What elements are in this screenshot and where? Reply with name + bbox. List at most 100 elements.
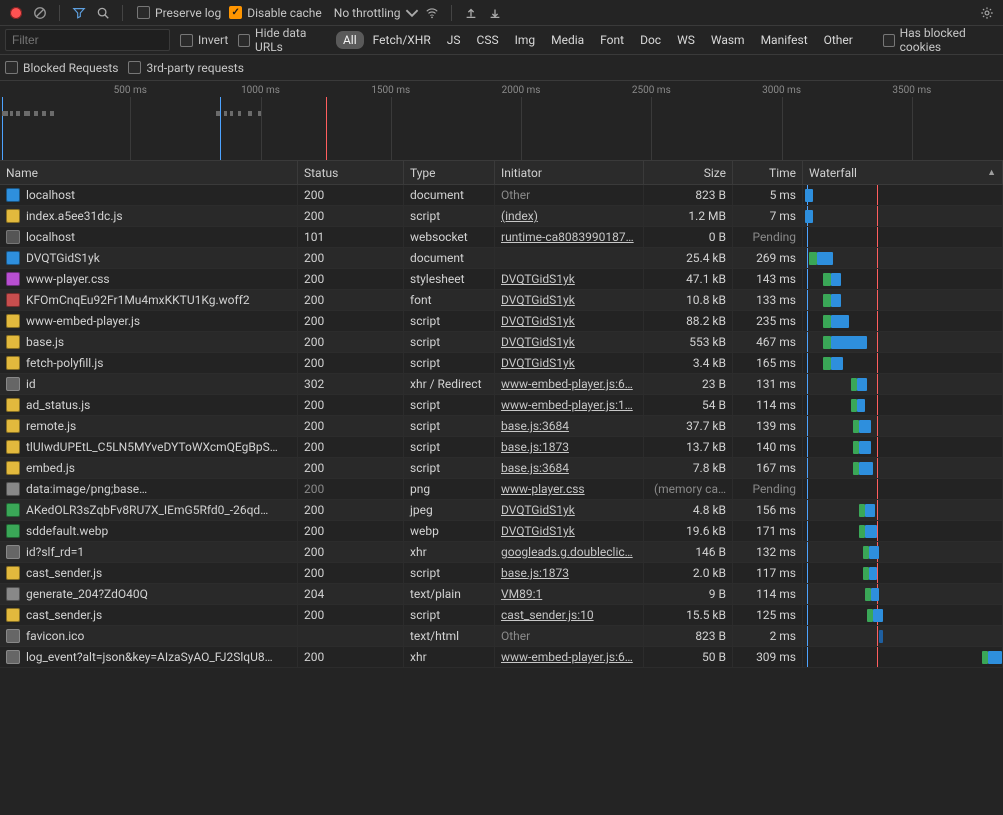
table-row[interactable]: data:image/png;base…200png www-player.css… [0, 479, 1003, 500]
cell-name: DVQTGidS1yk [0, 248, 298, 268]
table-row[interactable]: cast_sender.js200scriptbase.js:18732.0 k… [0, 563, 1003, 584]
header-waterfall[interactable]: Waterfall [803, 161, 1003, 184]
table-row[interactable]: www-player.css200stylesheetDVQTGidS1yk47… [0, 269, 1003, 290]
request-name: log_event?alt=json&key=AIzaSyAO_FJ2SlqU8… [26, 650, 273, 664]
initiator-link[interactable]: DVQTGidS1yk [501, 293, 575, 307]
blocked-requests-checkbox[interactable]: Blocked Requests [5, 61, 118, 75]
table-row[interactable]: localhost200documentOther823 B5 ms [0, 185, 1003, 206]
table-row[interactable]: www-embed-player.js200scriptDVQTGidS1yk8… [0, 311, 1003, 332]
import-har-icon[interactable] [460, 2, 482, 24]
filter-pill-font[interactable]: Font [593, 31, 631, 49]
initiator-link[interactable]: www-embed-player.js:1… [501, 398, 633, 412]
initiator-link[interactable]: base.js:1873 [501, 440, 569, 454]
wf-domcontent-line [807, 521, 808, 541]
initiator-link[interactable]: googleads.g.doubleclic… [501, 545, 633, 559]
initiator-link[interactable]: DVQTGidS1yk [501, 272, 575, 286]
initiator-link[interactable]: www-embed-player.js:6… [501, 377, 633, 391]
table-row[interactable]: fetch-polyfill.js200scriptDVQTGidS1yk3.4… [0, 353, 1003, 374]
initiator-link[interactable]: VM89:1 [501, 587, 542, 601]
cell-name: data:image/png;base… [0, 479, 298, 499]
table-row[interactable]: base.js200scriptDVQTGidS1yk553 kB467 ms [0, 332, 1003, 353]
preserve-log-checkbox[interactable]: Preserve log [137, 6, 221, 20]
js-icon [6, 566, 20, 580]
cell-size: 19.6 kB [644, 521, 733, 541]
cell-status: 200 [298, 479, 404, 499]
invert-checkbox[interactable]: Invert [180, 33, 228, 47]
table-row[interactable]: ad_status.js200scriptwww-embed-player.js… [0, 395, 1003, 416]
table-row[interactable]: log_event?alt=json&key=AIzaSyAO_FJ2SlqU8… [0, 647, 1003, 668]
filter-pill-media[interactable]: Media [544, 31, 591, 49]
table-row[interactable]: localhost101websocketruntime-ca808399018… [0, 227, 1003, 248]
header-time[interactable]: Time [733, 161, 803, 184]
has-blocked-cookies-checkbox[interactable]: Has blocked cookies [883, 26, 998, 54]
wf-bar [805, 210, 813, 223]
initiator-link[interactable]: base.js:3684 [501, 419, 569, 433]
table-row[interactable]: AKedOLR3sZqbFv8RU7X_IEmG5Rfd0_-26qd…200j… [0, 500, 1003, 521]
table-row[interactable]: KFOmCnqEu92Fr1Mu4mxKKTU1Kg.woff2200fontD… [0, 290, 1003, 311]
export-har-icon[interactable] [484, 2, 506, 24]
network-conditions-icon[interactable] [421, 2, 443, 24]
header-initiator[interactable]: Initiator [495, 161, 644, 184]
cell-time: 165 ms [733, 353, 803, 373]
table-row[interactable]: tlUIwdUPEtL_C5LN5MYveDYToWXcmQEgBpS…200s… [0, 437, 1003, 458]
initiator-link[interactable]: DVQTGidS1yk [501, 524, 575, 538]
table-row[interactable]: remote.js200scriptbase.js:368437.7 kB139… [0, 416, 1003, 437]
initiator-link[interactable]: cast_sender.js:10 [501, 608, 594, 622]
initiator-link[interactable]: base.js:3684 [501, 461, 569, 475]
throttling-select[interactable]: No throttling [334, 6, 419, 20]
timeline-overview[interactable]: 500 ms1000 ms1500 ms2000 ms2500 ms3000 m… [0, 81, 1003, 161]
table-row[interactable]: id302xhr / Redirectwww-embed-player.js:6… [0, 374, 1003, 395]
filter-pill-css[interactable]: CSS [470, 31, 506, 49]
cell-size: 13.7 kB [644, 437, 733, 457]
filter-pill-manifest[interactable]: Manifest [754, 31, 815, 49]
filter-icon[interactable] [68, 2, 90, 24]
initiator-link[interactable]: base.js:1873 [501, 566, 569, 580]
table-row[interactable]: favicon.icotext/htmlOther823 B2 ms [0, 626, 1003, 647]
wf-load-line [877, 479, 878, 499]
header-type[interactable]: Type [404, 161, 495, 184]
cell-type: png [404, 479, 495, 499]
cell-size: 146 B [644, 542, 733, 562]
table-row[interactable]: index.a5ee31dc.js200script(index)1.2 MB7… [0, 206, 1003, 227]
filter-pill-js[interactable]: JS [440, 31, 468, 49]
filter-pill-doc[interactable]: Doc [633, 31, 668, 49]
initiator-link[interactable]: DVQTGidS1yk [501, 356, 575, 370]
filter-pill-other[interactable]: Other [817, 31, 860, 49]
initiator-link[interactable]: DVQTGidS1yk [501, 335, 575, 349]
initiator-link[interactable]: (index) [501, 209, 538, 223]
initiator-link[interactable]: DVQTGidS1yk [501, 314, 575, 328]
cell-size: 823 B [644, 185, 733, 205]
wf-load-line [877, 458, 878, 478]
filter-input[interactable] [5, 29, 170, 51]
third-party-checkbox[interactable]: 3rd-party requests [128, 61, 243, 75]
wf-domcontent-line [807, 437, 808, 457]
filter-pill-all[interactable]: All [336, 31, 364, 49]
initiator-link[interactable]: DVQTGidS1yk [501, 503, 575, 517]
wf-bar [867, 609, 873, 622]
table-row[interactable]: embed.js200scriptbase.js:36847.8 kB167 m… [0, 458, 1003, 479]
filter-pill-fetchxhr[interactable]: Fetch/XHR [366, 31, 438, 49]
record-button[interactable] [5, 2, 27, 24]
filter-pill-ws[interactable]: WS [670, 31, 702, 49]
request-table-body[interactable]: localhost200documentOther823 B5 msindex.… [0, 185, 1003, 815]
initiator-link[interactable]: www-embed-player.js:6… [501, 650, 633, 664]
table-row[interactable]: DVQTGidS1yk200document25.4 kB269 ms [0, 248, 1003, 269]
hide-data-urls-checkbox[interactable]: Hide data URLs [238, 26, 328, 54]
table-row[interactable]: id?slf_rd=1200xhrgoogleads.g.doubleclic…… [0, 542, 1003, 563]
header-name[interactable]: Name [0, 161, 298, 184]
table-row[interactable]: generate_204?ZdO40Q204text/plainVM89:19 … [0, 584, 1003, 605]
invert-label: Invert [198, 33, 228, 47]
settings-icon[interactable] [976, 2, 998, 24]
initiator-link[interactable]: runtime-ca8083990187… [501, 230, 634, 244]
initiator-link[interactable]: www-player.css [501, 482, 585, 496]
img-icon [6, 524, 20, 538]
filter-pill-wasm[interactable]: Wasm [704, 31, 752, 49]
filter-pill-img[interactable]: Img [508, 31, 543, 49]
header-status[interactable]: Status [298, 161, 404, 184]
header-size[interactable]: Size [644, 161, 733, 184]
table-row[interactable]: sddefault.webp200webpDVQTGidS1yk19.6 kB1… [0, 521, 1003, 542]
clear-button[interactable] [29, 2, 51, 24]
search-icon[interactable] [92, 2, 114, 24]
table-row[interactable]: cast_sender.js200scriptcast_sender.js:10… [0, 605, 1003, 626]
disable-cache-checkbox[interactable]: Disable cache [229, 6, 322, 20]
